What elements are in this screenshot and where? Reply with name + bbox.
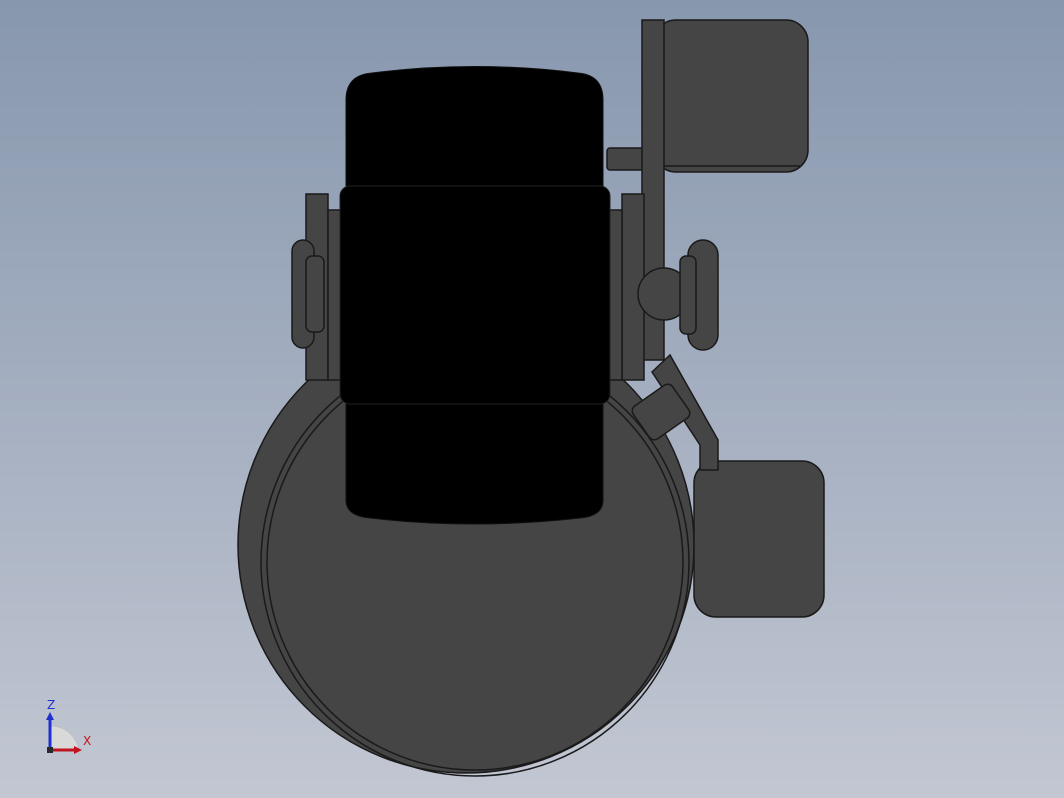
right-axle-cap: [679, 255, 697, 335]
triad-plane: [49, 725, 79, 751]
z-axis-label: Z: [47, 698, 56, 712]
triad-origin: [47, 747, 53, 753]
coordinate-triad: Z X: [40, 698, 100, 758]
wheel-hub-band: [339, 185, 611, 405]
z-axis-arrow-icon: [46, 712, 54, 720]
brake-pedal[interactable]: [693, 460, 825, 618]
wheel[interactable]: [339, 66, 611, 525]
top-lock-tab[interactable]: [653, 19, 809, 173]
left-axle-cap: [305, 255, 325, 333]
x-axis-label: X: [83, 734, 92, 748]
cad-viewport[interactable]: Z X: [0, 0, 1064, 798]
caster-wheel-model[interactable]: [0, 0, 1064, 798]
